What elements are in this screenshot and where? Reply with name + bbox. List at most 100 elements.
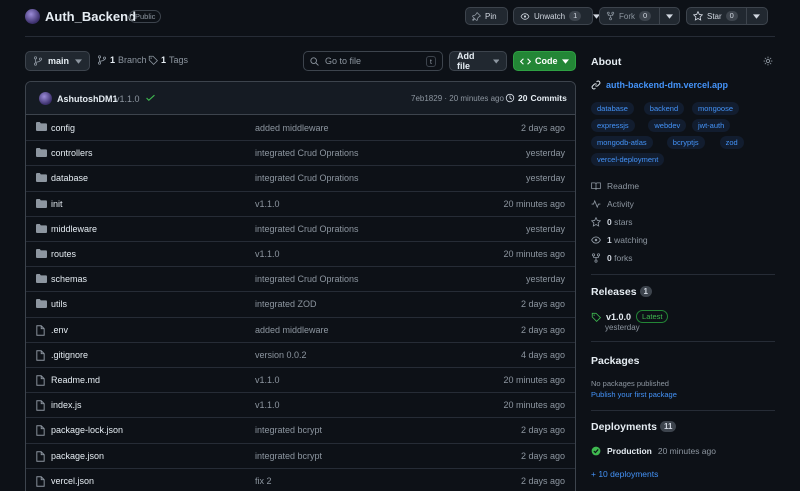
- repo-owner-avatar[interactable]: [25, 9, 40, 24]
- file-name[interactable]: schemas: [51, 274, 87, 284]
- commit-author-avatar[interactable]: [39, 92, 52, 105]
- file-row[interactable]: package-lock.json integrated bcrypt 2 days…: [26, 417, 575, 442]
- commit-hash-time[interactable]: 7eb1829 · 20 minutes ago: [411, 94, 504, 103]
- go-to-file-input[interactable]: Go to file t: [303, 51, 443, 71]
- tags-link[interactable]: 1 Tags: [148, 55, 188, 65]
- production-deployment[interactable]: Production 20 minutes ago: [591, 446, 716, 456]
- gear-icon[interactable]: [763, 56, 773, 66]
- commit-message[interactable]: integrated bcrypt: [255, 425, 322, 435]
- topic-tag[interactable]: zod: [719, 136, 744, 149]
- fork-dropdown[interactable]: [660, 8, 679, 24]
- file-name[interactable]: .gitignore: [51, 350, 88, 360]
- topic-tag[interactable]: bcryptjs: [666, 136, 705, 149]
- releases-heading[interactable]: Releases 1: [591, 286, 652, 298]
- latest-release[interactable]: v1.0.0 Latest: [591, 310, 669, 323]
- file-row[interactable]: package.json integrated bcrypt 2 days ago: [26, 442, 575, 468]
- file-row[interactable]: .env added middleware 2 days ago: [26, 316, 575, 342]
- commit-message[interactable]: integrated Crud Oprations: [255, 148, 359, 158]
- releases-title: Releases: [591, 286, 637, 298]
- commit-message[interactable]: integrated bcrypt: [255, 451, 322, 461]
- commit-date: 2 days ago: [520, 450, 565, 461]
- file-name[interactable]: vercel.json: [51, 476, 94, 486]
- commits-label: Commits: [530, 93, 567, 103]
- file-row[interactable]: index.js v1.1.0 20 minutes ago: [26, 392, 575, 417]
- commit-date: yesterday: [525, 173, 565, 184]
- code-button[interactable]: Code: [513, 51, 576, 71]
- commit-message[interactable]: v1.1.0: [255, 199, 280, 209]
- repo-name[interactable]: Auth_Backend: [45, 9, 136, 24]
- star-button[interactable]: Star 0: [686, 7, 768, 25]
- forks-link[interactable]: 0 forks: [591, 253, 633, 263]
- commit-message[interactable]: v1.1.0: [255, 400, 280, 410]
- topic-tag[interactable]: jwt-auth: [692, 119, 731, 132]
- commit-message[interactable]: added middleware: [255, 123, 329, 133]
- commits-history-link[interactable]: 20 Commits: [505, 93, 567, 103]
- commit-message[interactable]: fix 2: [255, 476, 272, 486]
- file-icon: [36, 450, 45, 462]
- pin-button[interactable]: Pin: [465, 7, 508, 25]
- file-row[interactable]: utils integrated ZOD 2 days ago: [26, 291, 575, 316]
- file-name[interactable]: controllers: [51, 148, 93, 158]
- file-name[interactable]: database: [51, 173, 88, 183]
- commit-message[interactable]: v1.1.0: [255, 375, 280, 385]
- git-branch-icon: [33, 56, 43, 66]
- stars-label: stars: [614, 217, 633, 227]
- file-row[interactable]: routes v1.1.0 20 minutes ago: [26, 241, 575, 266]
- commit-message[interactable]: version 0.0.2: [255, 350, 307, 360]
- file-row[interactable]: .gitignore version 0.0.2 4 days ago: [26, 341, 575, 367]
- file-name[interactable]: middleware: [51, 224, 97, 234]
- code-label: Code: [535, 56, 558, 66]
- readme-link[interactable]: Readme: [591, 181, 639, 191]
- commit-message[interactable]: integrated Crud Oprations: [255, 224, 359, 234]
- eye-icon: [520, 12, 530, 20]
- commit-message[interactable]: v1.1.0: [255, 249, 280, 259]
- file-row[interactable]: controllers integrated Crud Oprations yest…: [26, 140, 575, 165]
- commit-message[interactable]: integrated Crud Oprations: [255, 274, 359, 284]
- stars-link[interactable]: 0 stars: [591, 217, 633, 227]
- topic-tag[interactable]: expressjs: [591, 119, 635, 132]
- file-name[interactable]: utils: [51, 299, 67, 309]
- add-file-button[interactable]: Add file: [449, 51, 507, 71]
- topic-tag[interactable]: mongoose: [692, 102, 740, 115]
- file-name[interactable]: routes: [51, 249, 76, 259]
- file-row[interactable]: Readme.md v1.1.0 20 minutes ago: [26, 367, 575, 392]
- publish-package-link[interactable]: Publish your first package: [591, 390, 677, 399]
- file-name[interactable]: .env: [51, 325, 68, 335]
- tags-count: 1: [161, 55, 167, 65]
- more-deployments-link[interactable]: + 10 deployments: [591, 469, 658, 479]
- fork-button[interactable]: Fork 0: [599, 7, 680, 25]
- topic-tag[interactable]: vercel-deployment: [591, 153, 665, 166]
- file-row[interactable]: schemas integrated Crud Oprations yesterda…: [26, 266, 575, 291]
- packages-heading[interactable]: Packages: [591, 355, 639, 367]
- topic-tag[interactable]: database: [591, 102, 634, 115]
- website-link[interactable]: auth-backend-dm.vercel.app: [591, 80, 728, 90]
- commit-author[interactable]: AshutoshDM1: [57, 94, 118, 104]
- file-row[interactable]: config added middleware 2 days ago: [26, 115, 575, 140]
- branches-link[interactable]: 1 Branch: [97, 55, 147, 65]
- file-row[interactable]: vercel.json fix 2 2 days ago: [26, 467, 575, 491]
- folder-icon: [36, 274, 47, 284]
- deployments-heading[interactable]: Deployments 11: [591, 421, 677, 433]
- branch-select-button[interactable]: main: [25, 51, 90, 71]
- topic-tag[interactable]: webdev: [648, 119, 687, 132]
- file-name[interactable]: config: [51, 123, 75, 133]
- commit-message[interactable]: added middleware: [255, 325, 329, 335]
- file-name[interactable]: Readme.md: [51, 375, 100, 385]
- topic-tag[interactable]: backend: [643, 102, 685, 115]
- commit-message[interactable]: integrated Crud Oprations: [255, 173, 359, 183]
- file-row[interactable]: middleware integrated Crud Oprations yeste…: [26, 215, 575, 241]
- unwatch-button[interactable]: Unwatch 1: [513, 7, 601, 25]
- topic-tag[interactable]: mongodb-atlas: [591, 136, 653, 149]
- file-name[interactable]: package-lock.json: [51, 425, 123, 435]
- file-row[interactable]: database integrated Crud Oprations yesterd…: [26, 165, 575, 190]
- file-row[interactable]: init v1.1.0 20 minutes ago: [26, 190, 575, 216]
- packages-empty-text: No packages published: [591, 379, 669, 388]
- file-name[interactable]: package.json: [51, 451, 104, 461]
- commit-message[interactable]: v1.1.0: [115, 94, 140, 104]
- star-dropdown[interactable]: [747, 8, 766, 24]
- file-name[interactable]: index.js: [51, 400, 82, 410]
- watching-link[interactable]: 1 watching: [591, 235, 648, 245]
- commit-message[interactable]: integrated ZOD: [255, 299, 317, 309]
- file-name[interactable]: init: [51, 199, 63, 209]
- activity-link[interactable]: Activity: [591, 199, 634, 209]
